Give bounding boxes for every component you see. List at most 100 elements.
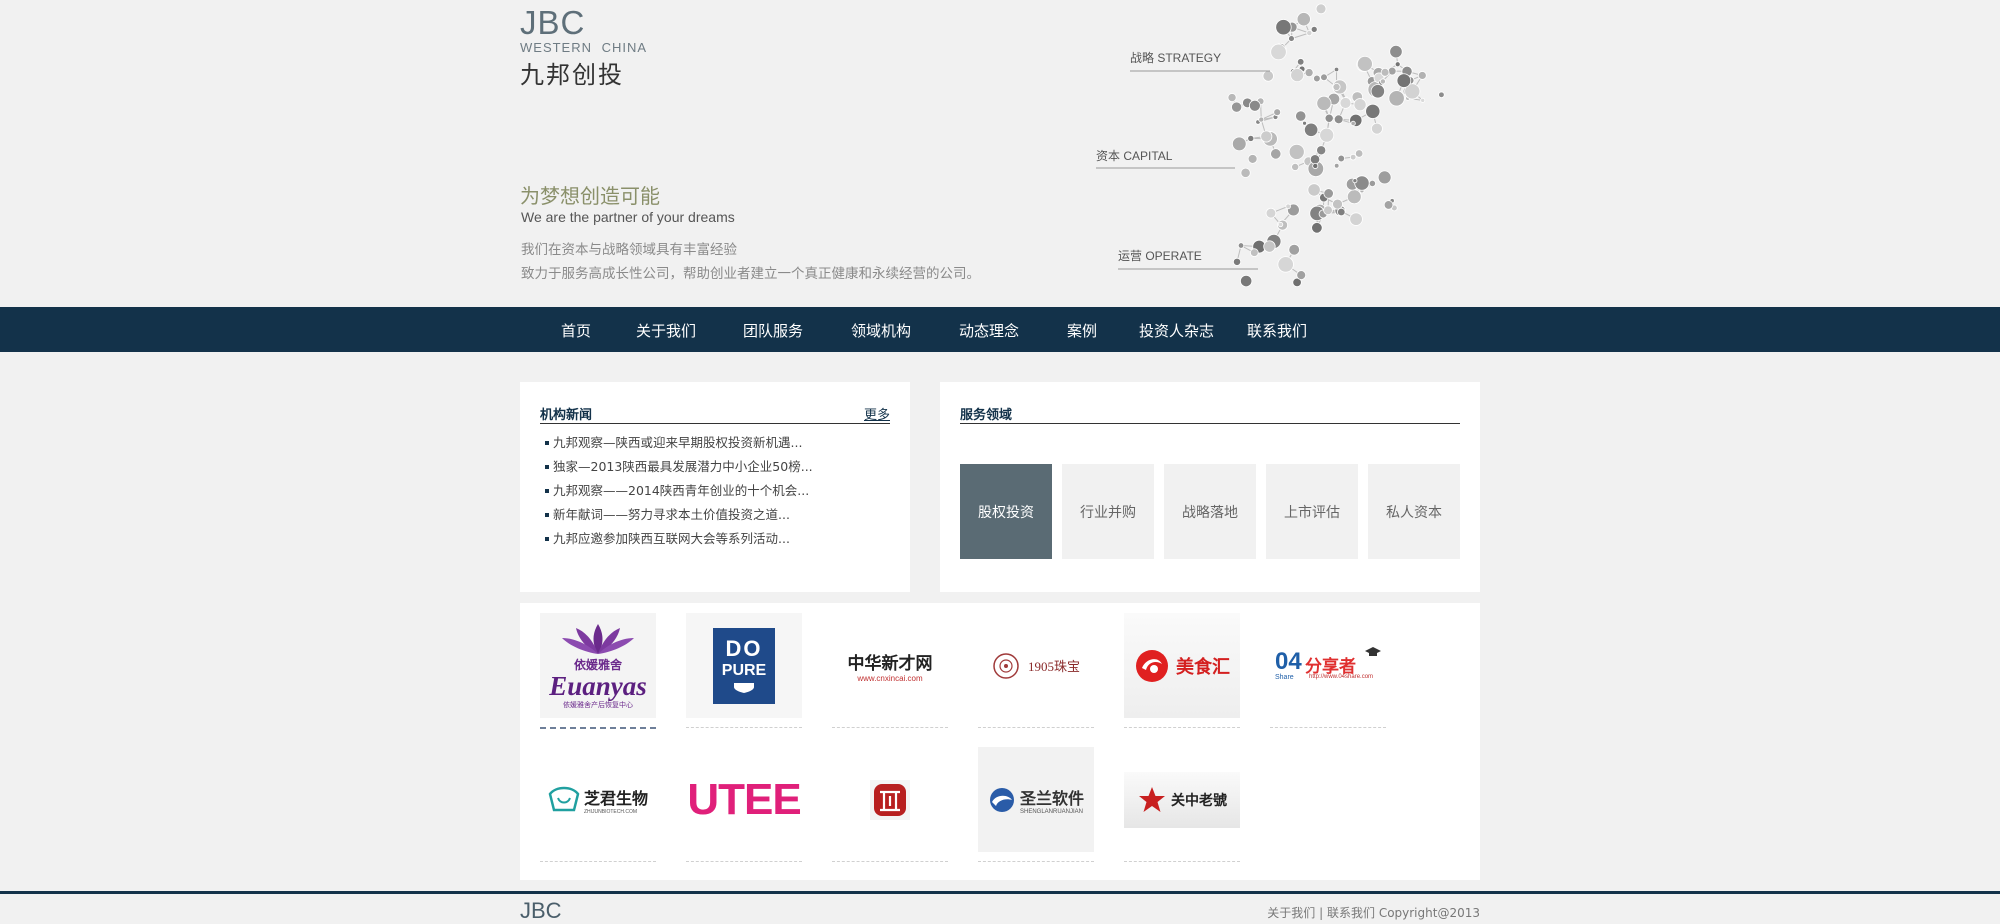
news-item[interactable]: 独家—2013陕西最具发展潜力中小企业50榜... bbox=[545, 458, 813, 482]
molecule-node bbox=[1240, 274, 1253, 288]
nav-item-team-services[interactable]: 团队服务 bbox=[743, 320, 803, 341]
news-panel: 机构新闻 更多 九邦观察—陕西或迎来早期股权投资新机遇... 独家—2013陕西… bbox=[520, 382, 910, 592]
partner-logo-guanzhong-laohao[interactable]: 关中老號 bbox=[1124, 747, 1240, 862]
dopure-badge: DO PURE bbox=[713, 627, 775, 704]
nav-item-domains[interactable]: 领域机构 bbox=[851, 320, 911, 341]
callout-operate: 运营 OPERATE bbox=[1118, 249, 1202, 263]
logo-underline bbox=[832, 727, 948, 728]
molecule-node bbox=[1231, 101, 1243, 113]
partner-logo-utee[interactable]: UTEE bbox=[686, 747, 802, 862]
news-item[interactable]: 九邦应邀参加陕西互联网大会等系列活动... bbox=[545, 530, 813, 554]
nav-item-news-philosophy[interactable]: 动态理念 bbox=[959, 320, 1019, 341]
molecule-node bbox=[1270, 43, 1287, 61]
news-panel-title: 机构新闻 bbox=[540, 408, 593, 423]
molecule-node bbox=[1262, 70, 1274, 82]
shenglan-cn: 圣兰软件 bbox=[1019, 788, 1084, 808]
molecule-node bbox=[1356, 55, 1373, 72]
shenglan-en: SHENGLANRUANJIAN bbox=[1019, 808, 1083, 815]
news-item-text[interactable]: 九邦观察—陕西或迎来早期股权投资新机遇... bbox=[553, 435, 802, 450]
services-panel: 服务领域 股权投资 行业并购 战略落地 上市评估 私人资本 bbox=[940, 382, 1480, 592]
molecule-node bbox=[1319, 127, 1335, 143]
molecule-node bbox=[1371, 122, 1383, 135]
molecule-node bbox=[1288, 143, 1305, 160]
molecule-node bbox=[1337, 207, 1346, 217]
service-tiles: 股权投资 行业并购 战略落地 上市评估 私人资本 bbox=[960, 464, 1460, 559]
news-item-text[interactable]: 独家—2013陕西最具发展潜力中小企业50榜... bbox=[553, 459, 813, 474]
news-more-link[interactable]: 更多 bbox=[864, 404, 890, 423]
main-nav: 首页 关于我们 团队服务 领域机构 动态理念 案例 投资人杂志 联系我们 bbox=[0, 307, 2000, 352]
nav-item-contact[interactable]: 联系我们 bbox=[1247, 320, 1307, 341]
service-tile-strategy-execution[interactable]: 战略落地 bbox=[1164, 464, 1256, 559]
zhonghua-url: www.cnxincai.com bbox=[857, 673, 923, 683]
footer-copyright: Copyright@2013 bbox=[1378, 906, 1480, 920]
nav-item-cases[interactable]: 案例 bbox=[1067, 320, 1097, 341]
news-panel-header: 机构新闻 更多 bbox=[540, 402, 890, 424]
zhijun-leaf-icon bbox=[548, 786, 580, 811]
molecule-node bbox=[1296, 12, 1311, 27]
molecule-node bbox=[1323, 188, 1334, 199]
partner-logo-zhonghua-xincai[interactable]: 中华新才网 www.cnxincai.com bbox=[832, 613, 948, 728]
molecule-node bbox=[1324, 113, 1334, 123]
logo-underline bbox=[978, 727, 1094, 728]
molecule-node bbox=[1354, 149, 1364, 158]
services-panel-title: 服务领域 bbox=[960, 408, 1013, 423]
molecule-node bbox=[1311, 222, 1323, 234]
molecule-node bbox=[1309, 154, 1321, 165]
molecule-node bbox=[1275, 19, 1292, 36]
euanyas-en: Euanyas bbox=[549, 670, 647, 701]
partner-logo-dopure[interactable]: DO PURE bbox=[686, 613, 802, 728]
molecule-network-svg: 战略 STRATEGY 资本 CAPITAL 运营 OPERATE bbox=[1096, 3, 1445, 288]
nav-item-about[interactable]: 关于我们 bbox=[636, 320, 696, 341]
molecule-node bbox=[1417, 71, 1427, 80]
molecule-node bbox=[1306, 29, 1313, 37]
service-tile-equity-investment[interactable]: 股权投资 bbox=[960, 464, 1052, 559]
molecule-node bbox=[1310, 25, 1318, 33]
partner-logo-euanyas[interactable]: 依媛雅舍 Euanyas 依媛雅舍产后恢复中心 bbox=[540, 613, 656, 729]
logo-jbc[interactable]: JBC bbox=[520, 4, 585, 42]
molecule-node bbox=[1277, 256, 1294, 273]
footer-about-link[interactable]: 关于我们 bbox=[1267, 906, 1315, 920]
news-item-text[interactable]: 九邦观察——2014陕西青年创业的十个机会... bbox=[553, 483, 809, 498]
meishihui-swirl-icon bbox=[1136, 649, 1168, 682]
service-tile-ipo-assessment[interactable]: 上市评估 bbox=[1266, 464, 1358, 559]
partner-logo-zhijun-biotech[interactable]: 芝君生物 ZHIJUNBIOTECH.COM bbox=[540, 747, 656, 862]
partner-logo-red-seal[interactable] bbox=[832, 747, 948, 862]
news-item[interactable]: 新年献词——努力寻求本土价值投资之道... bbox=[545, 506, 813, 530]
molecule-node bbox=[1394, 61, 1401, 68]
news-list: 九邦观察—陕西或迎来早期股权投资新机遇... 独家—2013陕西最具发展潜力中小… bbox=[545, 434, 813, 554]
molecule-node bbox=[1304, 68, 1314, 78]
shenglan-swirl-icon bbox=[989, 787, 1014, 812]
bullet-icon bbox=[545, 441, 549, 445]
molecule-node bbox=[1313, 74, 1321, 83]
service-tile-private-capital[interactable]: 私人资本 bbox=[1368, 464, 1460, 559]
dopure-text-top: DO bbox=[725, 635, 763, 661]
partner-logo-04share[interactable]: 04 分享者 Share http://www.04share.com bbox=[1270, 613, 1386, 728]
lotus-icon bbox=[562, 623, 634, 654]
news-item-text[interactable]: 新年献词——努力寻求本土价值投资之道... bbox=[553, 507, 790, 522]
news-item[interactable]: 九邦观察——2014陕西青年创业的十个机会... bbox=[545, 482, 813, 506]
news-item-text[interactable]: 九邦应邀参加陕西互联网大会等系列活动... bbox=[553, 531, 790, 546]
description-line-2: 致力于服务高成长性公司，帮助创业者建立一个真正健康和永续经营的公司。 bbox=[521, 266, 980, 282]
nav-item-investor-magazine[interactable]: 投资人杂志 bbox=[1139, 320, 1214, 341]
service-tile-mergers[interactable]: 行业并购 bbox=[1062, 464, 1154, 559]
news-item[interactable]: 九邦观察—陕西或迎来早期股权投资新机遇... bbox=[545, 434, 813, 458]
nav-item-home[interactable]: 首页 bbox=[561, 320, 591, 341]
partner-logo-meishihui[interactable]: 美食汇 bbox=[1124, 613, 1240, 728]
logo-underline bbox=[540, 861, 656, 862]
description-line-1: 我们在资本与战略领域具有丰富经验 bbox=[521, 242, 737, 258]
molecule-node bbox=[1315, 3, 1327, 15]
molecule-node bbox=[1420, 97, 1426, 103]
molecule-node bbox=[1260, 130, 1273, 143]
logo-underline bbox=[978, 861, 1094, 862]
molecule-node bbox=[1350, 120, 1356, 127]
molecule-node bbox=[1332, 82, 1341, 91]
bullet-icon bbox=[545, 537, 549, 541]
footer-contact-link[interactable]: 联系我们 bbox=[1327, 906, 1375, 920]
bullet-icon bbox=[545, 489, 549, 493]
footer-logo[interactable]: JBC bbox=[520, 898, 562, 924]
euanyas-sub: 依媛雅舍产后恢复中心 bbox=[563, 700, 633, 709]
partner-logo-1905[interactable]: 1905珠宝 bbox=[978, 613, 1094, 728]
partner-logo-shenglan-software[interactable]: 圣兰软件 SHENGLANRUANJIAN bbox=[978, 747, 1094, 862]
molecule-node bbox=[1285, 203, 1291, 210]
molecule-node bbox=[1237, 242, 1245, 249]
